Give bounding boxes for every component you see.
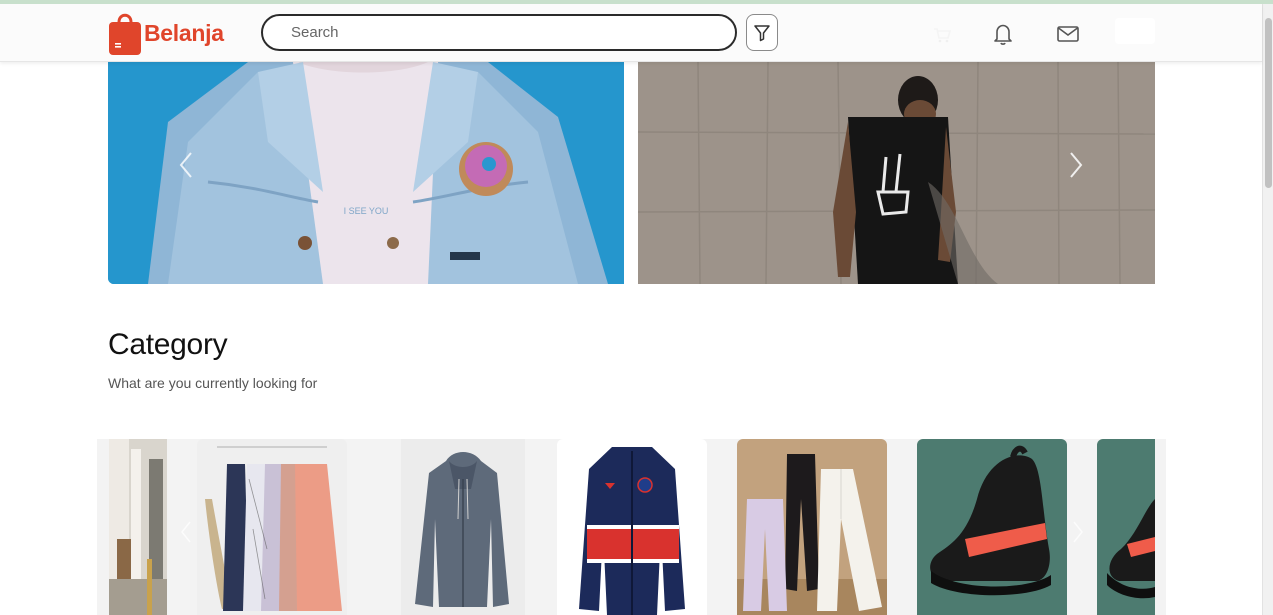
shopping-bag-logo-icon: [109, 13, 141, 55]
vertical-scrollbar[interactable]: [1262, 4, 1273, 615]
category-prev-icon[interactable]: [180, 520, 192, 544]
category-card[interactable]: [737, 439, 887, 615]
category-card[interactable]: [557, 439, 707, 615]
category-subtitle: What are you currently looking for: [108, 375, 318, 391]
brand-name: Belanja: [144, 19, 224, 46]
category-title: Category: [108, 328, 228, 361]
street-image: [109, 439, 167, 615]
tshirt-print-text: I SEE YOU: [344, 206, 389, 216]
category-card[interactable]: [109, 439, 167, 615]
cart-button[interactable]: [930, 22, 954, 46]
filter-icon: [754, 24, 770, 41]
carousel-next-icon[interactable]: [1068, 150, 1084, 180]
category-carousel: [97, 439, 1166, 615]
category-next-icon[interactable]: [1072, 520, 1084, 544]
jacket-image: [557, 439, 707, 615]
category-card[interactable]: [197, 439, 347, 615]
shoes-image: [1097, 439, 1155, 615]
top-navbar: Belanja: [0, 4, 1262, 62]
pants-image: [737, 439, 887, 615]
scrollbar-thumb[interactable]: [1265, 18, 1272, 188]
avatar[interactable]: [1115, 18, 1155, 44]
shoes-image: [917, 439, 1067, 615]
brand-logo[interactable]: Belanja: [108, 9, 224, 57]
hoodie-image: [401, 439, 525, 615]
category-card[interactable]: [1097, 439, 1155, 615]
bell-icon: [994, 24, 1012, 45]
search-input[interactable]: [261, 14, 737, 51]
filter-button[interactable]: [746, 14, 778, 51]
mail-icon: [1057, 26, 1079, 42]
category-card[interactable]: [917, 439, 1067, 615]
dresses-image: [197, 439, 347, 615]
cart-icon: [934, 28, 952, 43]
messages-button[interactable]: [1056, 22, 1080, 46]
carousel-prev-icon[interactable]: [178, 150, 194, 180]
notifications-button[interactable]: [991, 22, 1015, 46]
category-card[interactable]: [401, 439, 525, 615]
